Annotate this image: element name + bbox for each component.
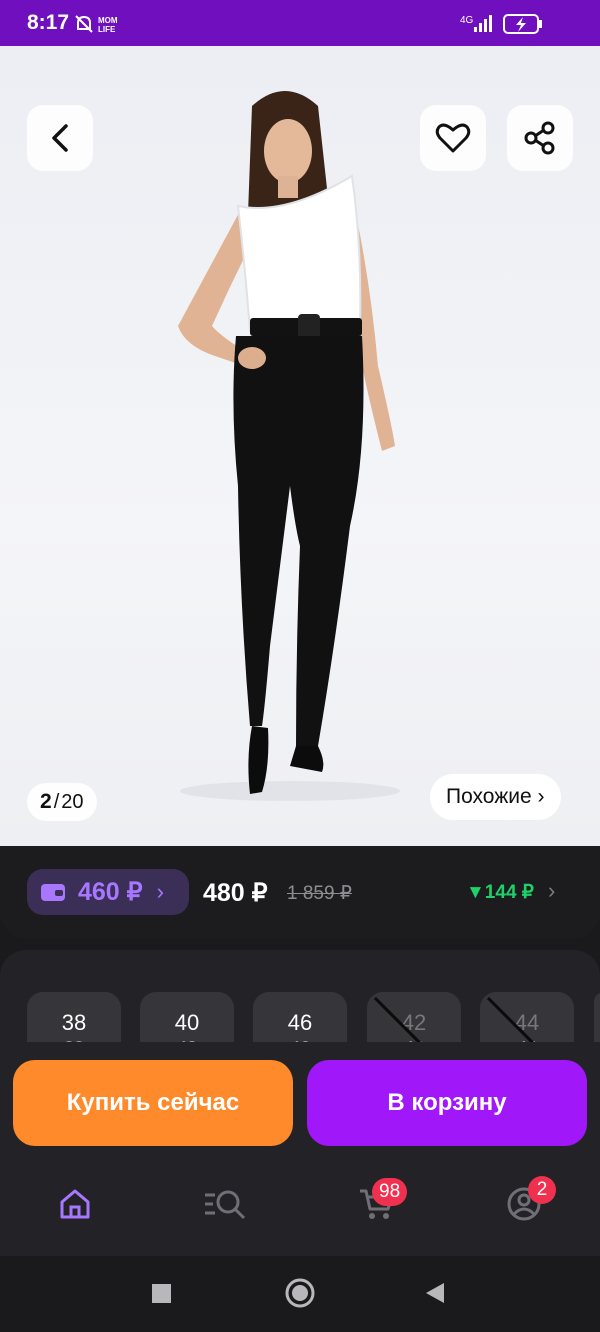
discount-amount[interactable]: ▼144 ₽ bbox=[466, 881, 534, 904]
chevron-left-icon bbox=[52, 124, 68, 152]
product-photo[interactable] bbox=[0, 46, 600, 846]
status-bar: 8:17 MOM LIFE 4G bbox=[0, 0, 600, 46]
battery-charging-icon bbox=[503, 14, 542, 34]
size-option-unavailable: 44 44 bbox=[480, 992, 574, 1042]
heart-icon bbox=[435, 123, 471, 153]
bottom-nav: 98 2 bbox=[0, 1160, 600, 1256]
status-left-icons: MOM LIFE bbox=[74, 14, 120, 39]
nav-catalog[interactable] bbox=[203, 1182, 247, 1226]
favorite-button[interactable] bbox=[420, 105, 486, 171]
price-panel: 460 ₽ › 480 ₽ 1 859 ₽ ▼144 ₽ › bbox=[0, 846, 600, 938]
gallery-separator: / bbox=[53, 790, 60, 813]
size-label: 38 bbox=[61, 1010, 87, 1035]
profile-badge: 2 bbox=[528, 1176, 556, 1204]
action-buttons: Купить сейчас В корзину bbox=[0, 1060, 600, 1146]
status-time: 8:17 bbox=[27, 11, 70, 34]
size-option[interactable]: 46 46 bbox=[253, 992, 347, 1042]
chevron-right-icon: › bbox=[156, 879, 164, 904]
system-nav-bar bbox=[0, 1256, 600, 1332]
buy-now-button[interactable]: Купить сейчас bbox=[13, 1060, 293, 1146]
size-sub: 38 bbox=[27, 1038, 121, 1042]
wallet-price: 460 ₽ bbox=[78, 878, 143, 906]
nav-home[interactable] bbox=[53, 1182, 97, 1226]
wallet-price-button[interactable]: 460 ₽ › bbox=[27, 869, 189, 915]
size-option-unavailable: 42 42 bbox=[367, 992, 461, 1042]
recents-icon[interactable] bbox=[152, 1284, 171, 1303]
size-selector: 38 38 40 40 46 46 42 42 44 44 bbox=[0, 992, 600, 1042]
home-system-icon[interactable] bbox=[285, 1278, 315, 1308]
notifications-off-icon: MOM LIFE bbox=[75, 15, 118, 34]
size-sub: 46 bbox=[253, 1038, 347, 1042]
network-type: 4G bbox=[460, 15, 474, 26]
status-right-icons: 4G bbox=[460, 12, 572, 41]
price: 480 ₽ bbox=[203, 879, 268, 907]
add-to-cart-button[interactable]: В корзину bbox=[307, 1060, 587, 1146]
size-option[interactable]: 40 40 bbox=[140, 992, 234, 1042]
gallery-current: 2 bbox=[40, 790, 52, 813]
signal-icon: 4G bbox=[460, 15, 492, 32]
old-price: 1 859 ₽ bbox=[287, 883, 352, 904]
catalog-search-icon bbox=[205, 1190, 246, 1220]
back-button[interactable] bbox=[27, 105, 93, 171]
svg-text:LIFE: LIFE bbox=[98, 25, 116, 34]
gallery-total: 20 bbox=[61, 790, 84, 813]
strikethrough-icon bbox=[486, 996, 535, 1042]
gallery-counter: 2 / 20 bbox=[27, 783, 97, 821]
strikethrough-icon bbox=[373, 996, 422, 1042]
wallet-icon bbox=[41, 884, 65, 901]
svg-text:MOM: MOM bbox=[98, 16, 118, 25]
similar-button[interactable]: Похожие › bbox=[430, 774, 561, 820]
back-system-icon[interactable] bbox=[426, 1283, 444, 1303]
size-option[interactable]: 38 38 bbox=[27, 992, 121, 1042]
size-label: 40 bbox=[174, 1010, 200, 1035]
cart-badge: 98 bbox=[372, 1178, 408, 1206]
size-option-partial[interactable] bbox=[594, 992, 600, 1042]
share-icon bbox=[524, 121, 555, 155]
size-label: 46 bbox=[287, 1010, 313, 1035]
product-image bbox=[178, 91, 400, 801]
home-icon bbox=[60, 1189, 90, 1219]
chevron-right-icon[interactable]: › bbox=[548, 878, 555, 904]
size-sub: 40 bbox=[140, 1038, 234, 1042]
share-button[interactable] bbox=[507, 105, 573, 171]
